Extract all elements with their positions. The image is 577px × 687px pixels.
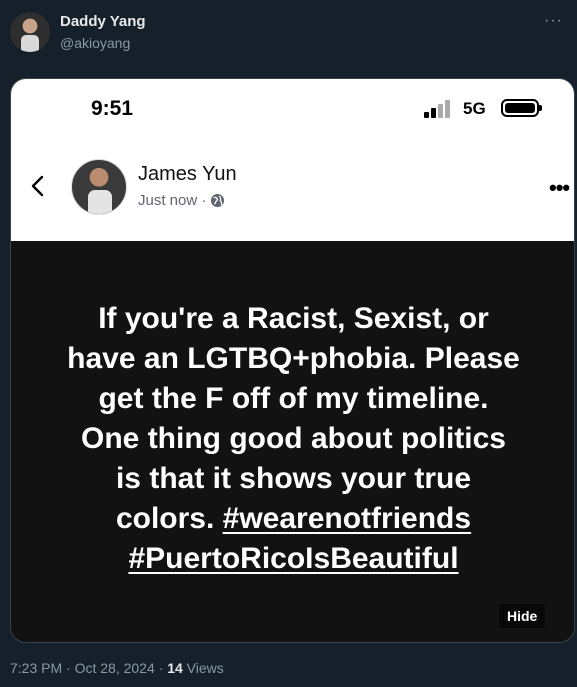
post-body: If you're a Racist, Sexist, or have an L… <box>11 241 574 642</box>
post-line: is that it shows your true <box>115 462 472 495</box>
post-line: get the F off of my timeline. <box>98 382 489 415</box>
author-name[interactable]: Daddy Yang <box>60 13 146 30</box>
battery-icon <box>501 99 542 117</box>
globe-icon <box>211 193 225 208</box>
hashtag-link: #PuertoRicoIsBeautiful <box>128 542 459 575</box>
post-text: If you're a Racist, Sexist, or have an L… <box>41 299 546 579</box>
views-label: Views <box>182 660 224 676</box>
chevron-left-icon[interactable] <box>27 174 49 198</box>
author-handle[interactable]: @akioyang <box>60 35 130 51</box>
hide-button[interactable]: Hide <box>499 604 546 628</box>
post-line: colors. #wearenotfriends <box>41 499 546 539</box>
poster-avatar <box>71 159 127 215</box>
signal-bars-icon <box>424 98 454 118</box>
tweet-more-button[interactable]: ··· <box>544 12 563 30</box>
status-time: 9:51 <box>91 97 134 120</box>
post-more-icon: ••• <box>549 175 570 200</box>
hashtag-link: #wearenotfriends <box>222 502 472 535</box>
network-label: 5G <box>463 99 486 118</box>
tweet-footer: 7:23 PM · Oct 28, 2024 · 14 Views <box>10 660 224 676</box>
screenshot-image[interactable]: 9:51 5G James Yun Just now · ••• If you'… <box>10 78 575 643</box>
tweet-header: Daddy Yang @akioyang ··· <box>0 0 577 78</box>
poster-meta: Just now · <box>138 192 225 209</box>
author-avatar[interactable] <box>10 12 50 52</box>
post-line: have an LGTBQ+phobia. Please <box>67 342 520 375</box>
views-count[interactable]: 14 <box>167 660 183 676</box>
post-line-text: colors. <box>115 502 223 535</box>
post-line: One thing good about politics <box>81 422 506 455</box>
poster-name: James Yun <box>138 163 237 185</box>
footer-separator: · <box>154 660 168 676</box>
post-line: If you're a Racist, Sexist, or <box>98 302 489 335</box>
post-line: #PuertoRicoIsBeautiful <box>41 539 546 579</box>
tweet-timestamp[interactable]: 7:23 PM · Oct 28, 2024 <box>10 660 155 676</box>
poster-time: Just now · <box>138 192 207 209</box>
phone-header: 9:51 5G James Yun Just now · ••• <box>11 79 574 241</box>
